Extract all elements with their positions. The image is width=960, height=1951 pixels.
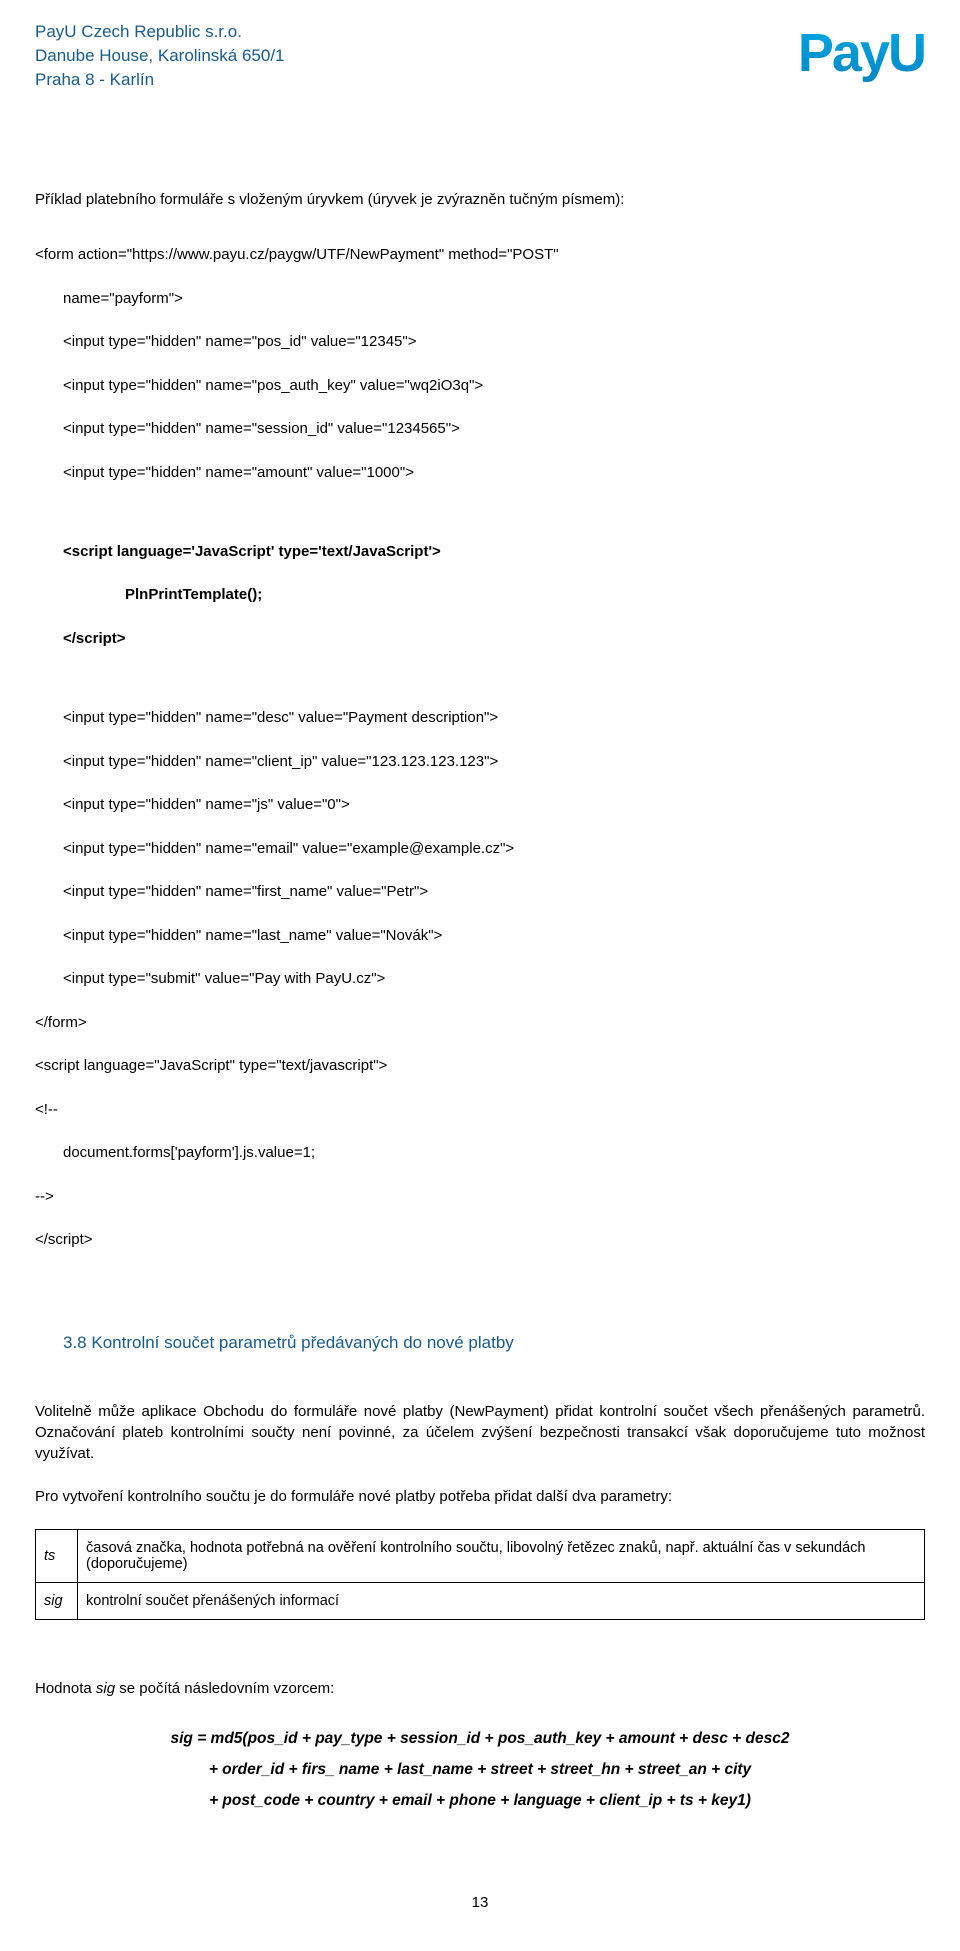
code-line: <input type="hidden" name="desc" value="… [35, 707, 925, 729]
code-line: <input type="hidden" name="session_id" v… [35, 418, 925, 440]
code-line: <input type="hidden" name="email" value=… [35, 838, 925, 860]
code-line: <input type="hidden" name="pos_auth_key"… [35, 375, 925, 397]
code-line-bold: </script> [35, 628, 925, 650]
address-line-1: Danube House, Karolinská 650/1 [35, 44, 285, 68]
parameters-table: ts časová značka, hodnota potřebná na ov… [35, 1529, 925, 1620]
address-line-2: Praha 8 - Karlín [35, 68, 285, 92]
text: se počítá následovním vzorcem: [115, 1680, 334, 1697]
param-key: sig [36, 1582, 78, 1619]
company-address: PayU Czech Republic s.r.o. Danube House,… [35, 20, 285, 91]
param-key: ts [36, 1529, 78, 1582]
section-heading: 3.8 Kontrolní součet parametrů předávaný… [63, 1333, 925, 1353]
payu-logo: P a y U [798, 22, 925, 84]
param-desc: kontrolní součet přenášených informací [78, 1582, 925, 1619]
code-line: <input type="submit" value="Pay with Pay… [35, 968, 925, 990]
param-desc: časová značka, hodnota potřebná na ověře… [78, 1529, 925, 1582]
code-line: <input type="hidden" name="last_name" va… [35, 925, 925, 947]
formula-line: + order_id + firs_ name + last_name + st… [35, 1754, 925, 1785]
code-line: name="payform"> [35, 288, 925, 310]
text: Hodnota [35, 1680, 96, 1697]
paragraph: Volitelně může aplikace Obchodu do formu… [35, 1401, 925, 1464]
code-line: <input type="hidden" name="first_name" v… [35, 881, 925, 903]
code-line: <input type="hidden" name="amount" value… [35, 462, 925, 484]
code-line: <input type="hidden" name="pos_id" value… [35, 331, 925, 353]
page-header: PayU Czech Republic s.r.o. Danube House,… [35, 20, 925, 91]
code-line-bold: <script language='JavaScript' type='text… [35, 541, 925, 563]
formula-line: + post_code + country + email + phone + … [35, 1785, 925, 1816]
code-line: <script language="JavaScript" type="text… [35, 1055, 925, 1077]
code-line: <!-- [35, 1099, 925, 1121]
code-line: <form action="https://www.payu.cz/paygw/… [35, 244, 925, 266]
code-example: <form action="https://www.payu.cz/paygw/… [35, 222, 925, 1272]
formula-line: sig = md5(pos_id + pay_type + session_id… [35, 1723, 925, 1754]
code-line: </script> [35, 1229, 925, 1251]
paragraph: Pro vytvoření kontrolního součtu je do f… [35, 1486, 925, 1507]
code-line: <input type="hidden" name="client_ip" va… [35, 751, 925, 773]
company-name: PayU Czech Republic s.r.o. [35, 20, 285, 44]
sig-var: sig [96, 1680, 115, 1697]
code-line: --> [35, 1186, 925, 1208]
code-line-bold: PlnPrintTemplate(); [35, 584, 925, 606]
formula-block: sig = md5(pos_id + pay_type + session_id… [35, 1723, 925, 1816]
code-line: </form> [35, 1012, 925, 1034]
table-row: sig kontrolní součet přenášených informa… [36, 1582, 925, 1619]
formula-intro: Hodnota sig se počítá následovním vzorce… [35, 1680, 925, 1697]
intro-text: Příklad platebního formuláře s vloženým … [35, 191, 925, 208]
page-number: 13 [35, 1894, 925, 1911]
code-line: document.forms['payform'].js.value=1; [35, 1142, 925, 1164]
code-line: <input type="hidden" name="js" value="0"… [35, 794, 925, 816]
table-row: ts časová značka, hodnota potřebná na ov… [36, 1529, 925, 1582]
